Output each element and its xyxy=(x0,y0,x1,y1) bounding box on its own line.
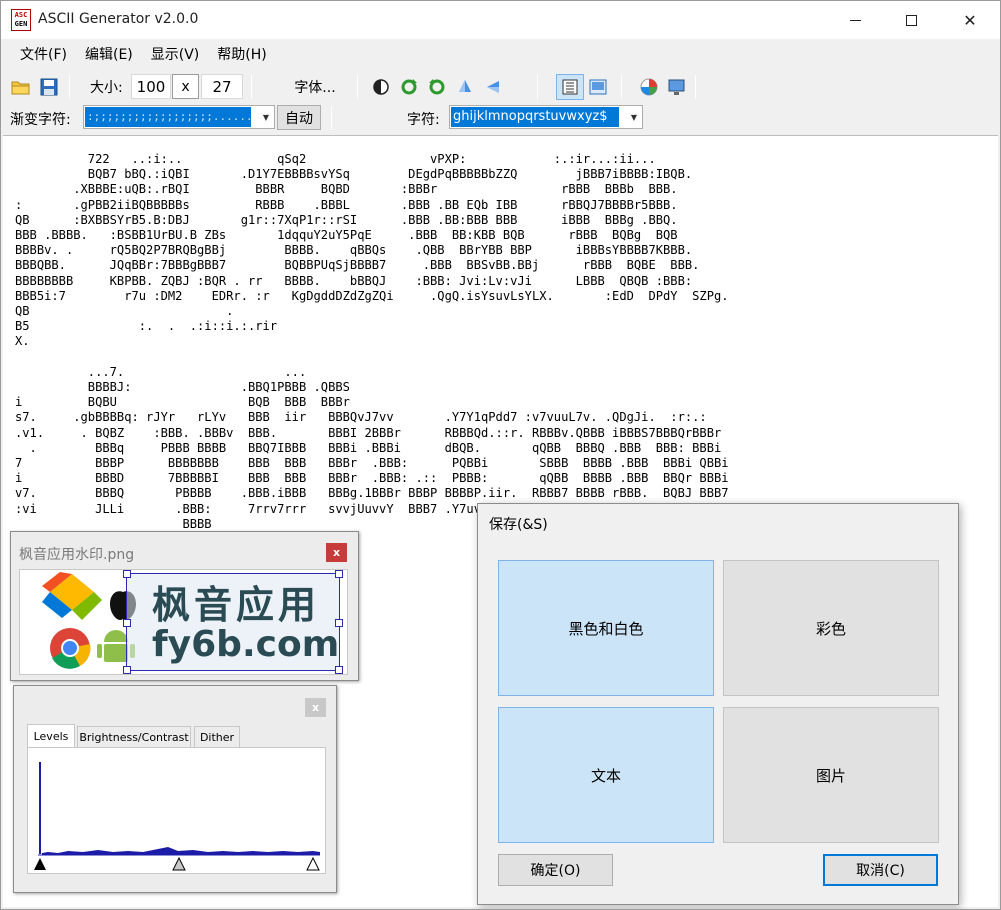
watermark-chinese-text: 枫音应用 xyxy=(152,583,321,627)
menu-view[interactable]: 显示(V) xyxy=(142,39,209,71)
rotate-ccw-button[interactable] xyxy=(425,74,449,100)
ascii-text: 722 ..:i:.. qSq2 vPXP: :.:ir...:ii... BQ… xyxy=(15,152,729,546)
maximize-button[interactable] xyxy=(883,1,939,39)
preview-monitor-icon xyxy=(668,79,685,95)
preview-button[interactable] xyxy=(665,74,689,100)
height-input[interactable]: 27 xyxy=(201,74,243,99)
width-input[interactable]: 100 xyxy=(131,74,171,99)
tab-brightness-contrast[interactable]: Brightness/Contrast xyxy=(77,726,191,748)
midpoint-handle[interactable] xyxy=(172,856,186,871)
save-button[interactable] xyxy=(37,74,61,100)
character-toolbar: 渐变字符: :;;;;;;;;;;;;;;;;;;............. ▼… xyxy=(1,103,1000,133)
color-option[interactable]: 彩色 xyxy=(723,560,939,696)
flip-vertical-button[interactable] xyxy=(453,74,477,100)
watermark-domain-text: fy6b.com xyxy=(152,624,340,665)
auto-button[interactable]: 自动 xyxy=(277,105,321,130)
chevron-down-icon[interactable]: ▼ xyxy=(626,106,642,128)
resize-handle[interactable] xyxy=(123,570,131,578)
maximize-icon xyxy=(905,14,917,26)
rotate-cw-button[interactable] xyxy=(397,74,421,100)
app-window: ASC GEN ASCII Generator v2.0.0 ✕ 文件(F) 编… xyxy=(0,0,1001,910)
color-palette-icon xyxy=(640,78,658,96)
ramp-value: :;;;;;;;;;;;;;;;;;;............. xyxy=(85,107,251,127)
dialog-title: 保存(&S) xyxy=(489,517,548,533)
chars-label: 字符: xyxy=(407,112,440,128)
window-title: ASCII Generator v2.0.0 xyxy=(38,11,199,27)
save-disk-icon xyxy=(40,78,58,96)
ramp-combobox[interactable]: :;;;;;;;;;;;;;;;;;;............. ▼ xyxy=(83,105,275,129)
chrome-logo-icon xyxy=(50,628,91,669)
windows-logo-icon xyxy=(42,572,102,620)
resize-handle[interactable] xyxy=(335,666,343,674)
levels-window[interactable]: x Levels Brightness/Contrast Dither xyxy=(13,685,337,893)
logo-text-top: ASC xyxy=(14,11,28,19)
minimize-button[interactable] xyxy=(827,1,883,39)
black-white-option[interactable]: 黑色和白色 xyxy=(498,560,714,696)
resize-handle[interactable] xyxy=(335,570,343,578)
preview-title: 枫音应用水印.png xyxy=(19,547,135,563)
open-folder-icon xyxy=(11,81,30,95)
minimize-icon xyxy=(849,19,861,21)
resize-handle[interactable] xyxy=(123,619,131,627)
rotate-clockwise-icon xyxy=(401,79,417,95)
black-point-handle[interactable] xyxy=(34,858,46,870)
image-preview-window[interactable]: 枫音应用水印.png x 枫音应用 fy6b.com xyxy=(10,531,359,681)
toolbar-separator xyxy=(537,75,538,99)
rotate-counterclockwise-icon xyxy=(429,79,445,95)
tab-levels[interactable]: Levels xyxy=(27,724,75,748)
text-view-button[interactable] xyxy=(556,74,584,100)
text-option[interactable]: 文本 xyxy=(498,707,714,843)
app-logo-icon: ASC GEN xyxy=(11,9,31,31)
image-view-icon xyxy=(589,79,607,95)
toolbar-separator xyxy=(357,75,358,99)
histogram xyxy=(34,762,320,871)
preview-image: 枫音应用 fy6b.com xyxy=(19,569,348,675)
menu-bar: 文件(F) 编辑(E) 显示(V) 帮助(H) xyxy=(1,39,1000,71)
save-dialog: 保存(&S) 黑色和白色 彩色 文本 图片 确定(O) 取消(C) xyxy=(477,503,959,905)
invert-icon xyxy=(373,79,389,95)
close-icon[interactable]: x xyxy=(305,698,326,717)
toolbar-separator xyxy=(69,75,70,99)
flip-horizontal-icon xyxy=(487,81,499,93)
size-label: 大小: xyxy=(90,80,123,96)
close-button[interactable]: ✕ xyxy=(942,1,998,39)
image-option[interactable]: 图片 xyxy=(723,707,939,843)
toolbar-separator xyxy=(621,75,622,99)
close-icon: ✕ xyxy=(963,10,977,30)
cancel-button[interactable]: 取消(C) xyxy=(823,854,938,886)
menu-edit[interactable]: 编辑(E) xyxy=(76,39,142,71)
toolbar-separator xyxy=(251,75,252,99)
image-view-button[interactable] xyxy=(586,74,610,100)
font-button[interactable]: 字体... xyxy=(284,74,346,100)
logo-text-bottom: GEN xyxy=(14,20,28,28)
color-button[interactable] xyxy=(637,74,661,100)
tab-dither[interactable]: Dither xyxy=(194,726,240,748)
lock-ratio-button[interactable]: x xyxy=(172,74,199,99)
menu-file[interactable]: 文件(F) xyxy=(11,39,76,71)
flip-horizontal-button[interactable] xyxy=(481,74,505,100)
chars-value: ghijklmnopqrstuvwxyz$ xyxy=(451,107,619,127)
ok-button[interactable]: 确定(O) xyxy=(498,854,613,886)
chevron-down-icon[interactable]: ▼ xyxy=(258,106,274,128)
open-button[interactable] xyxy=(9,74,33,100)
white-point-handle[interactable] xyxy=(306,856,320,871)
toolbar-separator xyxy=(695,75,696,99)
resize-handle[interactable] xyxy=(123,666,131,674)
chars-combobox[interactable]: ghijklmnopqrstuvwxyz$ ▼ xyxy=(449,105,643,129)
close-icon[interactable]: x xyxy=(326,543,347,562)
toolbar: 大小: 100 x 27 字体... xyxy=(1,71,1000,103)
toolbar-separator xyxy=(331,106,332,130)
levels-panel xyxy=(27,747,326,874)
flip-vertical-icon xyxy=(459,80,471,92)
ramp-label: 渐变字符: xyxy=(10,112,71,128)
title-bar: ASC GEN ASCII Generator v2.0.0 ✕ xyxy=(1,1,1000,39)
menu-help[interactable]: 帮助(H) xyxy=(208,39,275,71)
selection-rectangle[interactable]: 枫音应用 fy6b.com xyxy=(123,570,343,674)
text-view-icon xyxy=(562,79,578,95)
invert-button[interactable] xyxy=(369,74,393,100)
